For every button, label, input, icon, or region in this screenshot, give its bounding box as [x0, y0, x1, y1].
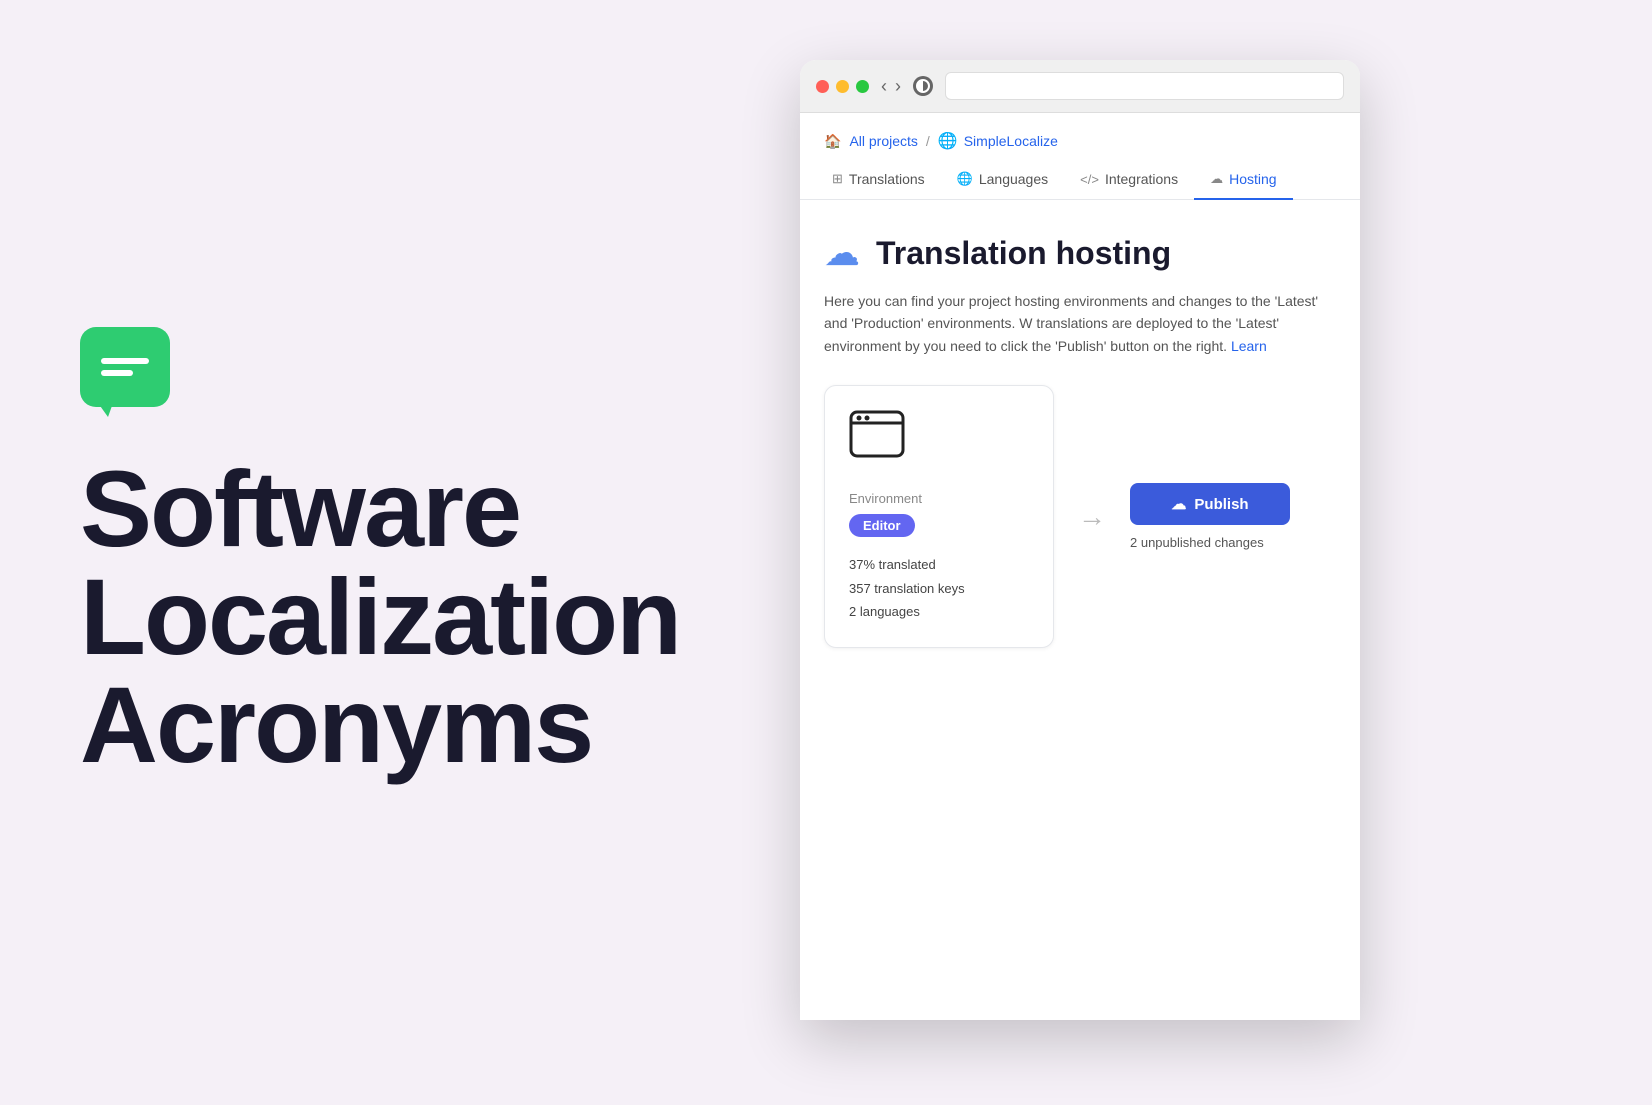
tab-languages[interactable]: 🌐 Languages	[941, 159, 1064, 199]
languages-tab-label: Languages	[979, 171, 1048, 187]
traffic-lights	[816, 80, 869, 93]
stat-keys: 357 translation keys	[849, 577, 1029, 600]
app-logo	[80, 327, 170, 407]
unpublished-changes-text: 2 unpublished changes	[1130, 535, 1264, 550]
heading-line-2: Localization	[80, 556, 680, 677]
nav-arrows: ‹ ›	[881, 76, 901, 97]
main-heading: Software Localization Acronyms	[80, 455, 700, 779]
nav-tabs: ⊞ Translations 🌐 Languages </> Integrati…	[800, 159, 1360, 200]
tab-integrations[interactable]: </> Integrations	[1064, 159, 1194, 199]
cloud-icon-large: ☁	[824, 232, 860, 274]
breadcrumb-project: 🌐 SimpleLocalize	[938, 131, 1058, 151]
publish-button-label: Publish	[1194, 496, 1248, 513]
breadcrumb-home-icon: 🏠	[824, 133, 841, 150]
logo-line-1	[101, 358, 149, 364]
minimize-button[interactable]	[836, 80, 849, 93]
breadcrumb: 🏠 All projects / 🌐 SimpleLocalize	[800, 113, 1360, 151]
env-label: Environment	[849, 491, 1029, 506]
environment-card: Environment Editor 37% translated 357 tr…	[824, 385, 1054, 648]
hosting-tab-label: Hosting	[1229, 171, 1276, 187]
half-moon-icon	[916, 79, 930, 93]
publish-cloud-icon: ☁	[1171, 495, 1186, 513]
page-content: ☁ Translation hosting Here you can find …	[800, 200, 1360, 1020]
breadcrumb-project-name: SimpleLocalize	[964, 133, 1058, 149]
logo-lines	[101, 358, 149, 376]
theme-toggle-button[interactable]	[913, 76, 933, 96]
forward-arrow[interactable]: ›	[895, 76, 901, 97]
tab-hosting[interactable]: ☁ Hosting	[1194, 159, 1292, 199]
integrations-tab-label: Integrations	[1105, 171, 1178, 187]
publish-column: ☁ Publish 2 unpublished changes	[1130, 483, 1290, 550]
breadcrumb-separator: /	[926, 133, 930, 149]
browser-window-icon	[849, 410, 905, 458]
browser-content: 🏠 All projects / 🌐 SimpleLocalize ⊞ Tran…	[800, 113, 1360, 1020]
hosting-tab-icon: ☁	[1210, 171, 1223, 187]
env-card-row: Environment Editor 37% translated 357 tr…	[824, 385, 1336, 648]
heading-line-1: Software	[80, 448, 520, 569]
browser-window: ‹ › 🏠 All projects / 🌐 SimpleLocalize	[800, 60, 1360, 1020]
stat-languages: 2 languages	[849, 600, 1029, 623]
address-bar[interactable]	[945, 72, 1344, 100]
tab-translations[interactable]: ⊞ Translations	[816, 159, 941, 199]
translations-tab-icon: ⊞	[832, 171, 843, 187]
logo-line-2	[101, 370, 133, 376]
env-card-icon	[849, 410, 1029, 463]
page-title: Translation hosting	[876, 235, 1171, 272]
left-panel: Software Localization Acronyms	[0, 0, 780, 1105]
translations-tab-label: Translations	[849, 171, 925, 187]
languages-tab-icon: 🌐	[957, 171, 973, 187]
back-arrow[interactable]: ‹	[881, 76, 887, 97]
env-badge: Editor	[849, 514, 915, 537]
arrow-right-icon: →	[1078, 501, 1106, 533]
integrations-tab-icon: </>	[1080, 172, 1099, 187]
env-stats: 37% translated 357 translation keys 2 la…	[849, 553, 1029, 623]
description-text: Here you can find your project hosting e…	[824, 290, 1336, 357]
browser-chrome: ‹ ›	[800, 60, 1360, 113]
breadcrumb-all-projects[interactable]: All projects	[849, 133, 917, 149]
learn-more-link[interactable]: Learn	[1231, 338, 1267, 354]
page-title-row: ☁ Translation hosting	[824, 232, 1336, 274]
maximize-button[interactable]	[856, 80, 869, 93]
close-button[interactable]	[816, 80, 829, 93]
globe-icon: 🌐	[938, 131, 958, 151]
right-panel: ‹ › 🏠 All projects / 🌐 SimpleLocalize	[780, 0, 1652, 1105]
stat-translated: 37% translated	[849, 553, 1029, 576]
publish-button[interactable]: ☁ Publish	[1130, 483, 1290, 525]
heading-line-3: Acronyms	[80, 664, 592, 785]
